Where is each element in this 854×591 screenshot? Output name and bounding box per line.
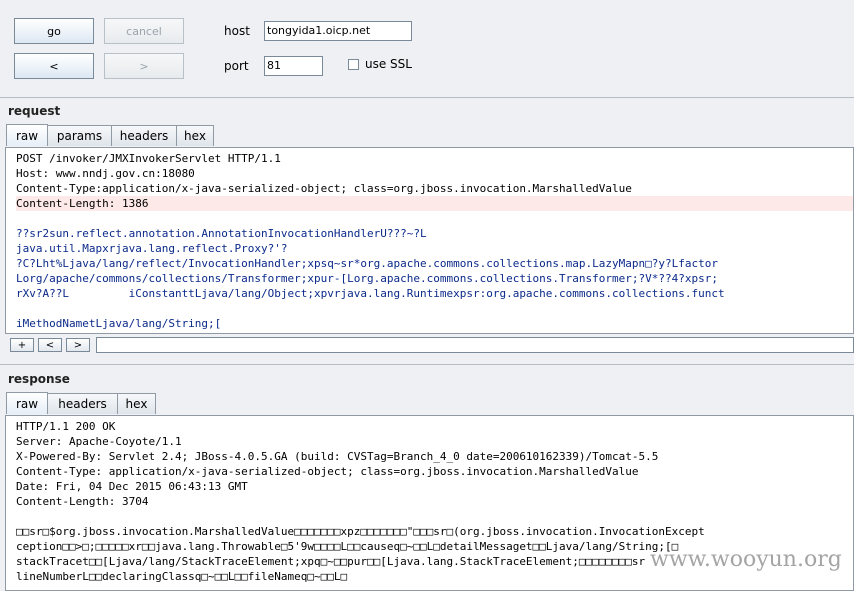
request-next-button[interactable]: > [66, 338, 90, 352]
request-body-panel[interactable]: POST /invoker/JMXInvokerServlet HTTP/1.1… [5, 147, 854, 334]
watermark-text: www.wooyun.org [650, 547, 842, 572]
request-line [16, 301, 853, 316]
request-line: iMethodNametLjava/lang/String;[ [16, 317, 222, 330]
request-tab-raw[interactable]: raw [6, 124, 48, 146]
host-input[interactable]: tongyida1.oicp.net [264, 21, 412, 41]
cancel-button[interactable]: cancel [104, 18, 184, 44]
ssl-checkbox[interactable] [348, 59, 359, 70]
port-input[interactable]: 81 [264, 56, 323, 76]
response-tab-hex[interactable]: hex [117, 393, 156, 414]
response-line: X-Powered-By: Servlet 2.4; JBoss-4.0.5.G… [16, 450, 659, 463]
request-line [16, 211, 853, 226]
response-title: response [8, 372, 70, 386]
middle-divider [0, 364, 854, 365]
request-tab-hex[interactable]: hex [176, 125, 214, 146]
request-line: rXv?A??L iConstanttLjava/lang/Object;xpv… [16, 287, 725, 300]
response-line [16, 509, 853, 524]
response-line: □□sr□$org.jboss.invocation.MarshalledVal… [16, 525, 705, 538]
request-title: request [8, 104, 61, 118]
top-divider [0, 97, 854, 98]
response-line: Content-Type: application/x-java-seriali… [16, 465, 639, 478]
request-line: Host: www.nndj.gov.cn:18080 [16, 167, 195, 180]
host-label: host [224, 24, 250, 38]
request-line: ?C?Lht%Ljava/lang/reflect/InvocationHand… [16, 257, 718, 270]
response-line: HTTP/1.1 200 OK [16, 420, 116, 433]
request-tab-params[interactable]: params [47, 125, 112, 146]
go-button[interactable]: go [14, 18, 94, 44]
response-line: Date: Fri, 04 Dec 2015 06:43:13 GMT [16, 480, 248, 493]
response-tab-headers[interactable]: headers [47, 393, 118, 414]
request-add-button[interactable]: + [10, 338, 34, 352]
ssl-label: use SSL [365, 57, 412, 71]
request-search-input[interactable] [96, 337, 854, 353]
back-button[interactable]: < [14, 53, 94, 79]
request-line: POST /invoker/JMXInvokerServlet HTTP/1.1 [16, 152, 281, 165]
response-tab-raw[interactable]: raw [6, 392, 48, 414]
request-raw-text: POST /invoker/JMXInvokerServlet HTTP/1.1… [6, 148, 853, 331]
request-prev-button[interactable]: < [38, 338, 62, 352]
request-tab-headers[interactable]: headers [111, 125, 177, 146]
request-line: java.util.Mapxrjava.lang.reflect.Proxy?'… [16, 242, 288, 255]
response-line: Server: Apache-Coyote/1.1 [16, 435, 182, 448]
response-line: Content-Length: 3704 [16, 495, 149, 508]
request-line: ??sr2sun.reflect.annotation.AnnotationIn… [16, 227, 427, 240]
forward-button[interactable]: > [104, 53, 184, 79]
request-line: Content-Type:application/x-java-serializ… [16, 182, 632, 195]
port-label: port [224, 59, 249, 73]
request-line: Content-Length: 1386 [16, 196, 853, 211]
request-line: Lorg/apache/commons/collections/Transfor… [16, 272, 718, 285]
